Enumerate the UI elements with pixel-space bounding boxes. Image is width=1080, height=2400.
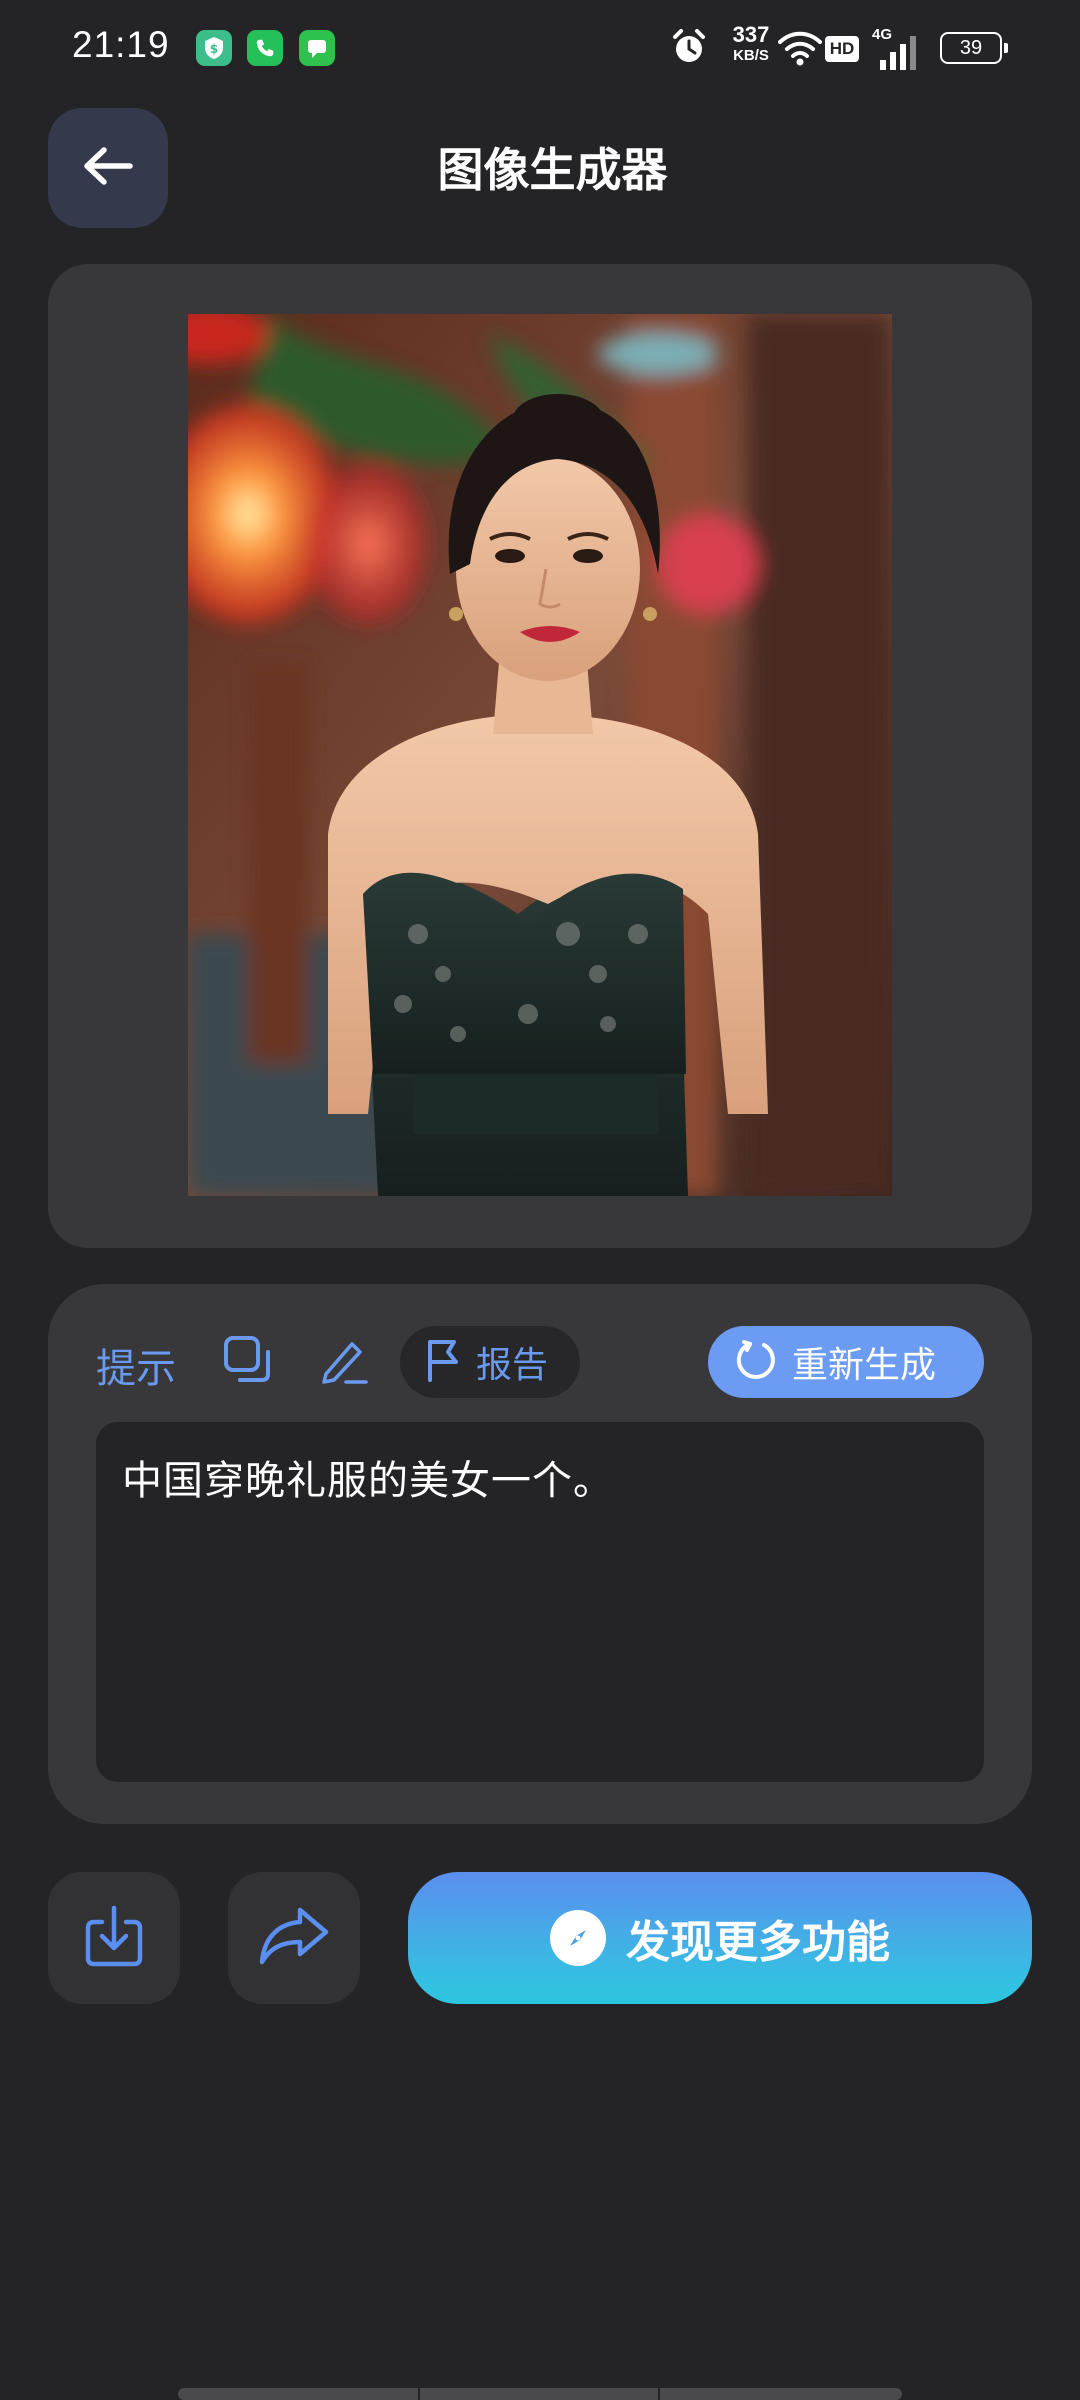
alarm-icon <box>670 28 708 70</box>
status-indicators: 337 KB/S HD 4G 39 <box>670 24 1050 72</box>
page-title: 图像生成器 <box>437 143 668 197</box>
pencil-icon[interactable] <box>314 1330 374 1390</box>
prompt-label: 提示 <box>96 1346 176 1392</box>
copy-icon[interactable] <box>218 1330 278 1390</box>
wifi-icon <box>778 30 822 70</box>
prompt-panel: 提示 报告 重新生成 中国穿晚礼服的美女一个。 <box>48 1284 1032 1824</box>
share-button[interactable] <box>228 1872 360 2004</box>
regenerate-label: 重新生成 <box>792 1345 937 1386</box>
svg-text:$: $ <box>210 42 218 56</box>
status-bar: 21:19 $ 337 KB/S HD 4G 39 <box>0 0 1080 96</box>
phone-icon <box>247 30 283 66</box>
status-time: 21:19 <box>72 24 170 65</box>
messages-icon <box>299 30 335 66</box>
image-card <box>48 264 1032 1248</box>
report-label: 报告 <box>476 1345 549 1386</box>
download-button[interactable] <box>48 1872 180 2004</box>
prompt-textbox[interactable]: 中国穿晚礼服的美女一个。 <box>96 1422 984 1782</box>
report-button[interactable]: 报告 <box>400 1326 580 1398</box>
download-icon <box>78 1900 150 1976</box>
compass-icon <box>550 1910 606 1966</box>
prompt-text: 中国穿晚礼服的美女一个。 <box>122 1458 614 1504</box>
share-icon <box>256 1904 332 1972</box>
refresh-icon <box>734 1338 778 1386</box>
flag-icon <box>426 1338 462 1386</box>
signal-icon <box>880 36 928 74</box>
generated-portrait-image[interactable] <box>188 314 892 1196</box>
battery-indicator: 39 <box>940 32 1008 64</box>
navigation-handle[interactable] <box>178 2388 902 2400</box>
hd-badge: HD <box>825 36 859 62</box>
regenerate-button[interactable]: 重新生成 <box>708 1326 984 1398</box>
shield-app-icon: $ <box>196 30 232 66</box>
discover-more-label: 发现更多功能 <box>626 1917 890 1968</box>
discover-more-button[interactable]: 发现更多功能 <box>408 1872 1032 2004</box>
network-speed: 337 KB/S <box>732 22 770 64</box>
